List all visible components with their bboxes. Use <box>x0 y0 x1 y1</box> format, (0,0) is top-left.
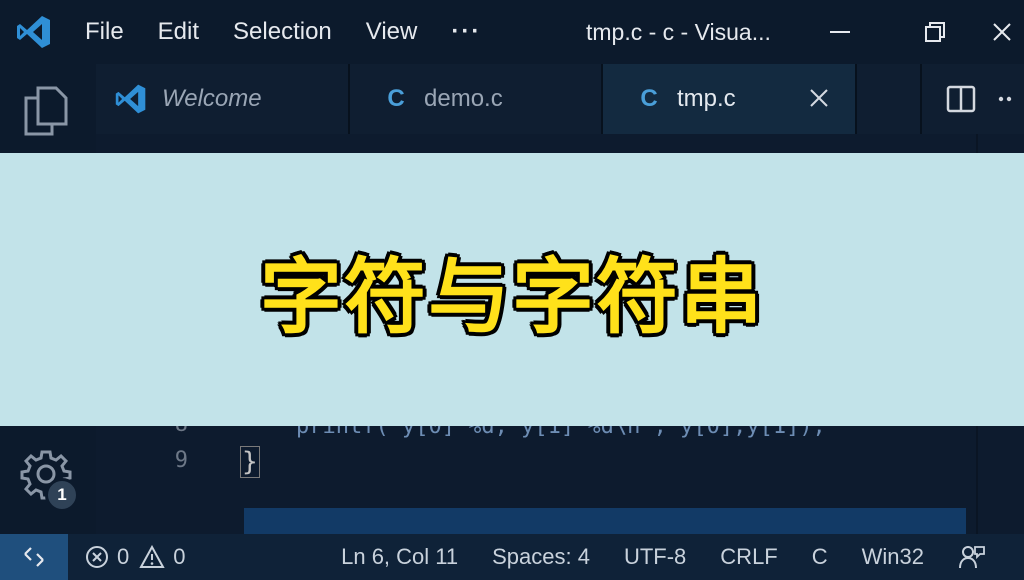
more-actions-icon[interactable] <box>998 95 1018 103</box>
explorer-icon[interactable] <box>20 84 72 143</box>
menu-selection[interactable]: Selection <box>216 0 349 64</box>
split-editor-icon[interactable] <box>946 84 976 114</box>
editor-actions <box>920 64 1024 134</box>
window-title: tmp.c - c - Visua... <box>586 19 771 45</box>
error-icon <box>85 545 109 569</box>
tab-tmp-c[interactable]: C tmp.c <box>603 64 857 134</box>
vscode-logo-icon <box>0 0 68 64</box>
editor-tabs: Welcome C demo.c C tmp.c <box>96 64 1024 134</box>
menu-file[interactable]: File <box>68 0 141 64</box>
restore-button[interactable] <box>900 0 970 64</box>
language-mode[interactable]: C <box>795 544 845 570</box>
indentation-setting[interactable]: Spaces: 4 <box>475 544 607 570</box>
vscode-icon <box>114 82 148 116</box>
c-file-icon: C <box>640 85 658 112</box>
selection-highlight <box>244 508 966 534</box>
tab-demo-c[interactable]: C demo.c <box>350 64 603 134</box>
title-banner: 字符与字符串 <box>0 153 1024 426</box>
menu-edit[interactable]: Edit <box>141 0 216 64</box>
platform-setting[interactable]: Win32 <box>845 544 941 570</box>
closing-brace: } <box>240 446 260 478</box>
error-count: 0 <box>117 544 130 569</box>
title-bar: File Edit Selection View ··· tmp.c - c -… <box>0 0 1024 64</box>
banner-title: 字符与字符串 <box>258 248 764 347</box>
remote-icon <box>24 547 44 567</box>
tab-welcome[interactable]: Welcome <box>96 64 350 134</box>
feedback-button[interactable] <box>941 544 1024 570</box>
menu-view[interactable]: View <box>349 0 435 64</box>
eol-setting[interactable]: CRLF <box>703 544 794 570</box>
close-window-button[interactable] <box>990 0 1024 64</box>
close-icon <box>993 23 1011 41</box>
minimize-icon <box>830 31 850 33</box>
warning-icon <box>139 545 165 569</box>
problems-indicator[interactable]: 0 0 <box>68 544 213 570</box>
settings-badge: 1 <box>45 478 79 512</box>
minimize-button[interactable] <box>805 0 875 64</box>
tab-label: demo.c <box>424 85 503 112</box>
encoding-setting[interactable]: UTF-8 <box>607 544 703 570</box>
menu-more[interactable]: ··· <box>434 0 498 64</box>
warning-count: 0 <box>173 544 186 569</box>
status-bar: 0 0 Ln 6, Col 11 Spaces: 4 UTF-8 CRLF C … <box>0 534 1024 580</box>
restore-icon <box>925 22 945 42</box>
tab-close-icon[interactable] <box>805 84 833 112</box>
cursor-position[interactable]: Ln 6, Col 11 <box>324 544 475 570</box>
tab-label: Welcome <box>162 85 262 112</box>
tab-label: tmp.c <box>677 85 736 112</box>
remote-indicator-button[interactable] <box>0 534 68 580</box>
line-number: 9 <box>174 448 188 473</box>
feedback-icon <box>958 544 986 570</box>
c-file-icon: C <box>387 85 405 112</box>
menu-bar: File Edit Selection View ··· <box>68 0 498 64</box>
